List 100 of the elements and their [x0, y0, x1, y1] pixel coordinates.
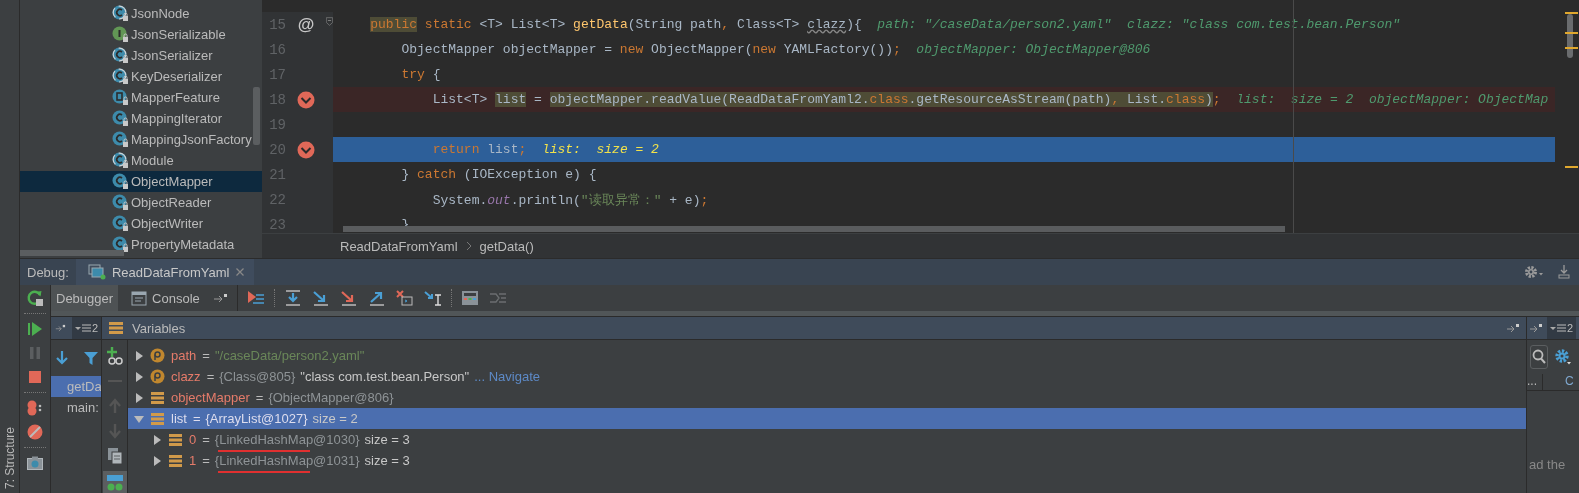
- mute-breakpoints-icon[interactable]: [26, 423, 44, 441]
- code-line: List<T> list = objectMapper.readValue(ReadDataFromYaml2.class.getResourceAsStream(path), List.class);: [431, 92, 1221, 107]
- resume-icon[interactable]: [26, 320, 44, 338]
- hint-text: ad the: [1528, 457, 1567, 472]
- expanded-arrow-icon[interactable]: [134, 413, 144, 424]
- class-icon: [112, 5, 129, 22]
- tree-item[interactable]: ObjectWriter: [20, 213, 262, 234]
- tree-item[interactable]: MappingJsonFactory: [20, 129, 262, 150]
- filter-icon[interactable]: [83, 350, 99, 366]
- pin-icon[interactable]: [1529, 322, 1543, 334]
- code-line: return list;: [431, 142, 527, 157]
- parameter-icon: [150, 369, 165, 384]
- scrollbar-thumb[interactable]: [253, 87, 260, 145]
- variable-row[interactable]: 1 = {LinkedHashMap@1031} size = 3: [128, 450, 1526, 471]
- list-icon: [1550, 323, 1566, 333]
- drop-frame-icon[interactable]: [394, 289, 415, 307]
- class-icon: [112, 68, 129, 85]
- debugger-tab[interactable]: Console: [126, 285, 205, 311]
- breakpoints-icon[interactable]: [26, 399, 44, 417]
- column-header[interactable]: C: [1543, 374, 1574, 390]
- tree-item[interactable]: ObjectReader: [20, 192, 262, 213]
- code-line: ObjectMapper objectMapper = new ObjectMapper(new YAMLFactory());: [400, 42, 901, 57]
- arrow-down-icon[interactable]: [55, 350, 69, 366]
- stop-icon[interactable]: [26, 368, 44, 386]
- tree-item[interactable]: JsonNode: [20, 3, 262, 24]
- rerun-icon[interactable]: [26, 289, 44, 307]
- breadcrumb[interactable]: getData(): [479, 238, 534, 254]
- debugger-tab[interactable]: Debugger: [51, 285, 119, 311]
- watches-toggle-button[interactable]: [102, 471, 127, 493]
- column-header[interactable]: ...: [1527, 374, 1543, 390]
- layout-button[interactable]: 2: [71, 317, 101, 339]
- console-icon: [131, 290, 148, 306]
- settings-icon[interactable]: [1554, 348, 1572, 366]
- variable-row[interactable]: objectMapper = {ObjectMapper@806}: [128, 387, 1526, 408]
- add-watch-icon[interactable]: [104, 346, 125, 366]
- variable-name: clazz: [171, 369, 201, 384]
- collapsed-arrow-icon[interactable]: [134, 392, 144, 403]
- layout-button[interactable]: 2: [1547, 317, 1577, 339]
- tree-item[interactable]: MapperFeature: [20, 87, 262, 108]
- field-icon: [150, 390, 165, 405]
- class-icon: [112, 215, 129, 232]
- run-to-cursor-icon[interactable]: [422, 289, 443, 307]
- structure-tab[interactable]: 7: Structure: [2, 426, 17, 489]
- annotation-marker[interactable]: @: [297, 14, 315, 35]
- code-line: } catch (IOException e) {: [400, 167, 597, 182]
- pin-icon[interactable]: [1506, 322, 1520, 334]
- variable-row[interactable]: clazz = {Class@805} "class com.test.bean.Person" ... Navigate: [128, 366, 1526, 387]
- navigate-link[interactable]: ... Navigate: [474, 369, 540, 384]
- scrollbar-thumb[interactable]: [1567, 14, 1573, 58]
- breakpoint-icon[interactable]: [297, 90, 315, 109]
- scrollbar-thumb[interactable]: [20, 250, 124, 256]
- chevron-icon: [465, 241, 472, 251]
- class-icon: [112, 110, 129, 127]
- inline-debug-value: path: "/caseData/person2.yaml" clazz: "class com.test.bean.Person": [877, 17, 1401, 32]
- session-tab[interactable]: ReadDataFromYaml: [75, 259, 255, 285]
- show-execution-point-icon[interactable]: [245, 289, 266, 307]
- settings-icon[interactable]: [1523, 264, 1545, 280]
- variable-value: = {Class@805} "class com.test.bean.Person" ... Navigate: [206, 369, 540, 384]
- collapsed-arrow-icon[interactable]: [134, 371, 144, 382]
- breadcrumb[interactable]: ReadDataFromYaml: [340, 238, 458, 254]
- variable-value: = {ObjectMapper@806}: [255, 390, 394, 405]
- tree-item[interactable]: KeyDeserializer: [20, 66, 262, 87]
- code-line: public static <T> List<T> getData(String path, Class<T> clazz){: [369, 17, 862, 32]
- tree-item[interactable]: Module: [20, 150, 262, 171]
- inline-debug-value: list: size = 2: [541, 142, 659, 157]
- tree-item[interactable]: MappingIterator: [20, 108, 262, 129]
- variable-value: = {ArrayList@1027} size = 2: [192, 411, 358, 426]
- list-icon: [74, 323, 91, 333]
- search-button[interactable]: [1530, 345, 1548, 369]
- variable-name: 1: [189, 453, 197, 468]
- pin-icon[interactable]: [212, 292, 229, 304]
- tree-item[interactable]: ObjectMapper: [20, 171, 262, 192]
- collapsed-arrow-icon[interactable]: [152, 434, 162, 445]
- window-icon: [87, 264, 106, 280]
- pin-icon[interactable]: [55, 322, 66, 334]
- parameter-icon: [150, 348, 165, 363]
- variable-name: 0: [189, 432, 197, 447]
- inline-debug-value: objectMapper: ObjectMapper@806: [916, 42, 1151, 57]
- hide-panel-icon[interactable]: [1557, 264, 1571, 280]
- tree-item[interactable]: JsonSerializer: [20, 45, 262, 66]
- code-line: System.out.println("读取异常：" + e);: [431, 191, 709, 209]
- collapsed-arrow-icon[interactable]: [134, 350, 144, 361]
- fold-icon[interactable]: [326, 15, 333, 28]
- variable-name: objectMapper: [171, 390, 250, 405]
- tree-item[interactable]: JsonSerializable: [20, 24, 262, 45]
- variable-row[interactable]: 0 = {LinkedHashMap@1030} size = 3: [128, 429, 1526, 450]
- variable-row[interactable]: path = "/caseData/person2.yaml": [128, 345, 1526, 366]
- variable-value: = "/caseData/person2.yaml": [202, 348, 365, 363]
- scrollbar-thumb[interactable]: [343, 226, 1285, 232]
- variable-row[interactable]: list = {ArrayList@1027} size = 2: [128, 408, 1526, 429]
- calculator-icon[interactable]: [459, 289, 480, 307]
- variables-icon: [108, 321, 124, 335]
- variable-value: = {LinkedHashMap@1031} size = 3: [202, 453, 410, 468]
- collapsed-arrow-icon[interactable]: [152, 455, 162, 466]
- camera-icon[interactable]: [26, 454, 44, 472]
- stack-frame[interactable]: main:: [51, 397, 101, 418]
- breakpoint-icon[interactable]: [297, 140, 315, 159]
- variable-value: = {LinkedHashMap@1030} size = 3: [202, 432, 410, 447]
- interface-icon: [112, 26, 129, 43]
- close-icon[interactable]: [235, 267, 246, 277]
